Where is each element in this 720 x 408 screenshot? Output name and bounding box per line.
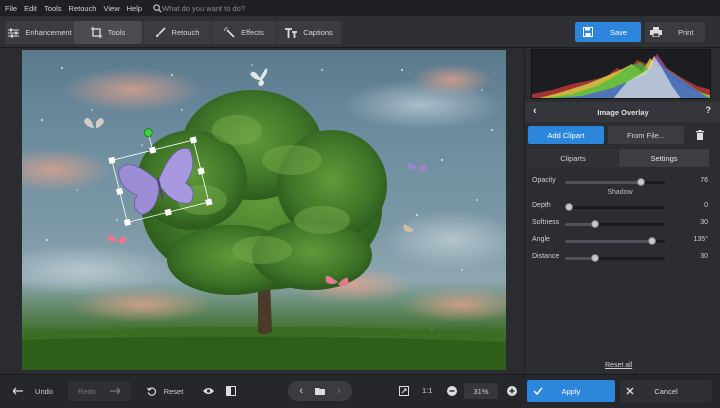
photo-image xyxy=(22,64,506,370)
undo-icon xyxy=(13,387,24,395)
eye-icon[interactable] xyxy=(200,381,216,401)
canvas-area xyxy=(0,49,524,374)
wand-icon xyxy=(224,27,235,38)
tab-retouch[interactable]: Retouch xyxy=(143,21,211,44)
slider-track[interactable] xyxy=(565,220,665,228)
slider-angle[interactable]: Angle 135° xyxy=(532,235,712,247)
slider-handle[interactable] xyxy=(591,220,599,228)
slider-value: 135° xyxy=(693,236,708,243)
slider-handle[interactable] xyxy=(565,203,573,211)
cancel-button[interactable]: Cancel xyxy=(620,380,712,402)
slider-label: Depth xyxy=(532,202,551,209)
slider-label: Angle xyxy=(532,236,550,243)
bottom-bar: Undo Redo Reset ‹ › 1:1 31% Apply Cancel xyxy=(0,374,720,408)
redo-icon xyxy=(109,387,120,395)
tab-settings[interactable]: Settings xyxy=(619,149,709,167)
crop-icon xyxy=(90,27,102,38)
reset-button[interactable]: Reset xyxy=(140,381,190,401)
compare-icon[interactable] xyxy=(224,381,238,401)
tab-label: Captions xyxy=(303,28,333,37)
nav-group: ‹ › xyxy=(288,381,352,401)
menu-help[interactable]: Help xyxy=(127,4,142,13)
apply-button[interactable]: Apply xyxy=(527,380,615,402)
menu-tools[interactable]: Tools xyxy=(44,4,62,13)
slider-track[interactable] xyxy=(565,178,665,186)
printer-icon xyxy=(650,27,662,37)
folder-icon[interactable] xyxy=(315,387,325,395)
checkmark-icon xyxy=(533,387,543,395)
undo-label: Undo xyxy=(35,386,53,396)
menu-file[interactable]: File xyxy=(5,4,17,13)
fit-screen-icon[interactable] xyxy=(397,381,411,401)
slider-label: Opacity xyxy=(532,177,556,184)
print-label: Print xyxy=(678,27,694,37)
slider-value: 76 xyxy=(700,177,708,184)
print-button[interactable]: Print xyxy=(645,22,705,42)
redo-button[interactable]: Redo xyxy=(68,381,130,401)
tab-tools[interactable]: Tools xyxy=(74,21,142,44)
slider-track[interactable] xyxy=(565,237,665,245)
reset-all-link[interactable]: Reset all xyxy=(605,362,632,369)
close-icon xyxy=(626,387,634,395)
panel-title: Image Overlay xyxy=(597,107,649,117)
chevron-left-icon[interactable]: ‹ xyxy=(299,385,303,397)
help-icon[interactable]: ? xyxy=(706,105,712,115)
right-panel: ‹ Image Overlay ? Add Clipart From File.… xyxy=(524,49,720,374)
zoom-in-icon[interactable] xyxy=(506,381,518,401)
back-icon[interactable]: ‹ xyxy=(533,105,537,117)
search-box[interactable] xyxy=(153,3,303,13)
trash-icon[interactable] xyxy=(689,126,711,144)
slider-value: 30 xyxy=(700,253,708,260)
slider-track[interactable] xyxy=(565,254,665,262)
actual-size-button[interactable]: 1:1 xyxy=(422,386,432,395)
panel-header: ‹ Image Overlay ? xyxy=(525,102,720,122)
zoom-out-icon[interactable] xyxy=(446,381,458,401)
floppy-icon xyxy=(583,27,593,37)
slider-value: 30 xyxy=(700,219,708,226)
menu-bar: File Edit Tools Retouch View Help xyxy=(0,0,720,16)
brush-icon xyxy=(155,27,166,37)
undo-button[interactable]: Undo xyxy=(8,381,58,401)
menu-edit[interactable]: Edit xyxy=(24,4,37,13)
slider-handle[interactable] xyxy=(591,254,599,262)
slider-value: 0 xyxy=(704,202,708,209)
reset-label: Reset xyxy=(163,386,184,396)
slider-handle[interactable] xyxy=(637,178,645,186)
tab-effects[interactable]: Effects xyxy=(212,21,276,44)
reset-icon xyxy=(146,386,156,396)
slider-depth[interactable]: Depth 0 xyxy=(532,201,712,213)
sliders-icon xyxy=(8,28,20,37)
slider-handle[interactable] xyxy=(648,237,656,245)
tab-label: Retouch xyxy=(171,28,200,37)
search-input[interactable] xyxy=(162,3,303,13)
tab-cliparts[interactable]: Cliparts xyxy=(528,149,618,167)
slider-label: Distance xyxy=(532,253,560,260)
tab-enhancement[interactable]: Enhancement xyxy=(5,21,75,44)
slider-softness[interactable]: Softness 30 xyxy=(532,218,712,230)
text-icon xyxy=(285,27,298,38)
save-button[interactable]: Save xyxy=(575,22,641,42)
shadow-section-label: Shadow xyxy=(607,189,633,196)
apply-label: Apply xyxy=(561,386,581,396)
cancel-label: Cancel xyxy=(654,386,678,396)
tab-label: Effects xyxy=(241,28,264,37)
add-clipart-button[interactable]: Add Clipart xyxy=(528,126,604,144)
from-file-button[interactable]: From File... xyxy=(608,126,684,144)
photo-canvas[interactable] xyxy=(22,50,506,370)
redo-label: Redo xyxy=(78,386,96,396)
tab-label: Tools xyxy=(107,28,126,37)
slider-opacity[interactable]: Opacity 76 xyxy=(532,176,712,188)
chevron-right-icon[interactable]: › xyxy=(337,385,341,397)
histogram xyxy=(531,49,711,99)
save-label: Save xyxy=(610,27,628,37)
slider-label: Softness xyxy=(532,219,560,226)
slider-track[interactable] xyxy=(565,203,665,211)
zoom-value[interactable]: 31% xyxy=(464,383,498,399)
tab-label: Enhancement xyxy=(25,28,72,37)
search-icon xyxy=(153,3,162,13)
slider-distance[interactable]: Distance 30 xyxy=(532,252,712,264)
menu-retouch[interactable]: Retouch xyxy=(69,4,97,13)
tab-captions[interactable]: Captions xyxy=(277,21,341,44)
menu-view[interactable]: View xyxy=(103,4,119,13)
